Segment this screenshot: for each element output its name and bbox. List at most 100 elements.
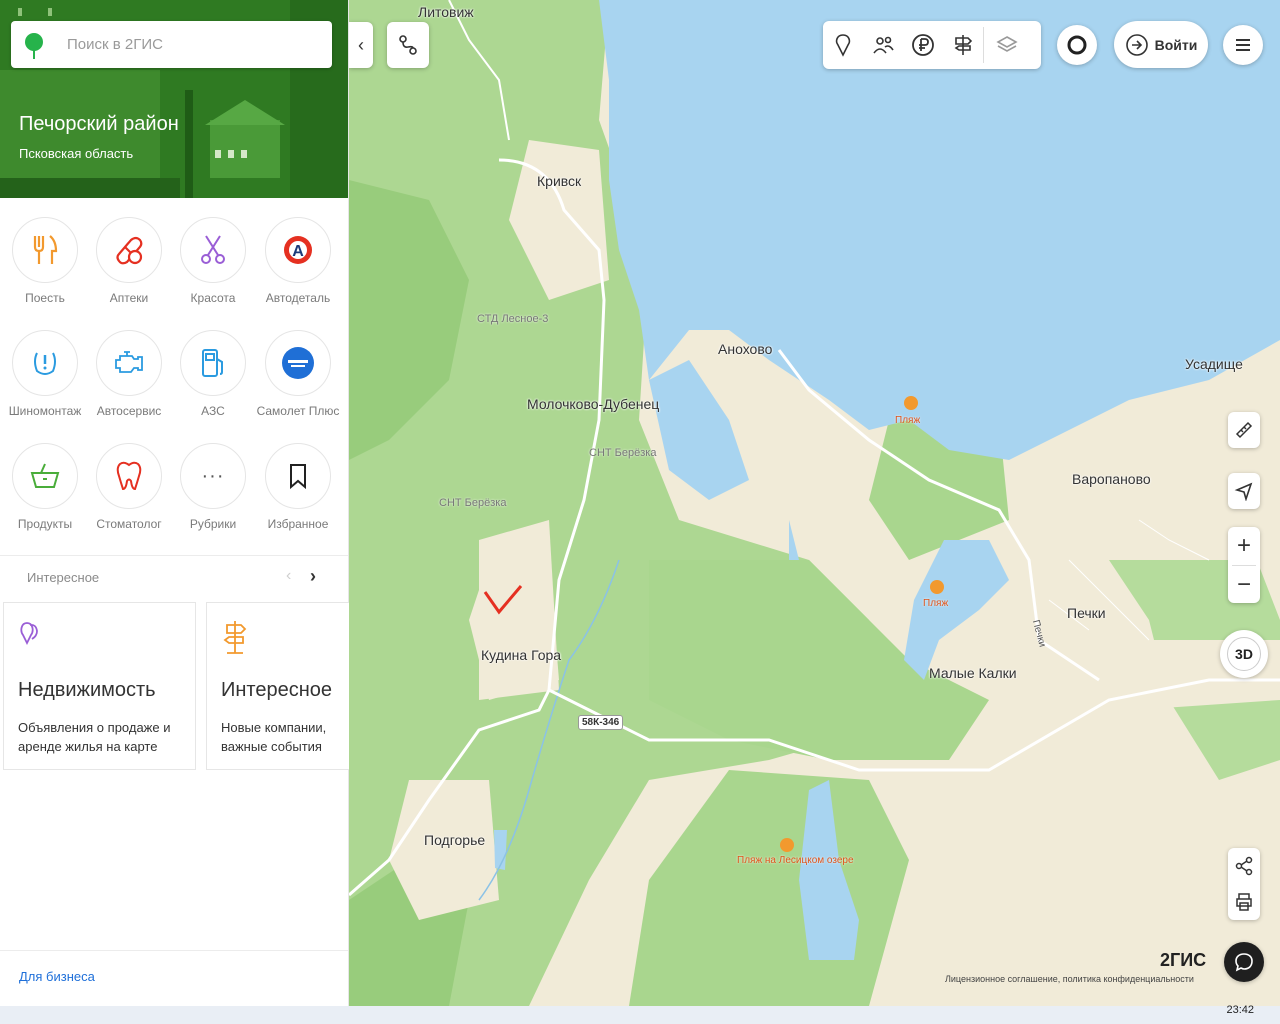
user-avatar-button[interactable]	[1057, 25, 1097, 65]
category-label: Автосервис	[96, 404, 162, 418]
collapse-sidebar-button[interactable]: ‹	[349, 22, 373, 68]
autodetal-logo-icon: A	[284, 236, 312, 264]
carousel-prev-button[interactable]: ‹	[286, 567, 291, 585]
avatar-icon	[1067, 35, 1087, 55]
map-label-litovizh[interactable]: Литовиж	[418, 4, 474, 20]
layer-realty-button[interactable]	[903, 33, 943, 57]
login-button[interactable]: Войти	[1114, 21, 1208, 68]
hamburger-icon	[1236, 39, 1250, 51]
route-icon	[399, 35, 417, 55]
bookmark-icon	[290, 464, 306, 490]
divider	[0, 555, 348, 556]
route-button[interactable]	[387, 22, 429, 68]
map-label-varopanovo[interactable]: Варопаново	[1072, 471, 1151, 487]
layer-people-button[interactable]	[863, 33, 903, 57]
poi-beach-3[interactable]: Пляж на Лесицком озере	[737, 855, 854, 866]
legal-link[interactable]: Лицензионное соглашение, политика конфид…	[945, 974, 1194, 984]
category-rubrics[interactable]: ··· Рубрики	[171, 443, 255, 531]
print-button[interactable]	[1234, 884, 1254, 920]
category-autodetal[interactable]: A Автодеталь	[256, 217, 340, 305]
share-print-control	[1228, 848, 1260, 920]
map-label-krivsk[interactable]: Кривск	[537, 173, 581, 189]
layer-signposts-button[interactable]	[943, 33, 983, 57]
engine-icon	[115, 351, 143, 373]
login-label: Войти	[1154, 36, 1198, 53]
category-fuel[interactable]: АЗС	[171, 330, 255, 418]
search-input[interactable]: Поиск в 2ГИС	[67, 36, 163, 53]
login-icon	[1125, 33, 1148, 56]
3d-button[interactable]: 3D	[1220, 630, 1268, 678]
poi-beach-1[interactable]: Пляж	[895, 415, 920, 426]
card-interesting[interactable]: Интересное Новые компании, важные событи…	[206, 602, 349, 770]
map-label-pechki[interactable]: Печки	[1067, 605, 1106, 621]
ruble-icon	[912, 34, 934, 56]
card-title: Недвижимость	[18, 679, 156, 701]
layers-icon	[996, 36, 1018, 52]
category-pharmacy[interactable]: Аптеки	[87, 217, 171, 305]
poi-beach-2[interactable]: Пляж	[923, 598, 948, 609]
share-icon	[1235, 856, 1253, 876]
category-label: Аптеки	[109, 291, 149, 305]
beach-icon[interactable]	[930, 580, 944, 594]
map-label-usadishche[interactable]: Усадище	[1185, 356, 1243, 372]
layers-button[interactable]	[984, 33, 1030, 57]
region-title: Печорский район	[19, 113, 179, 135]
region-hero: Поиск в 2ГИС Печорский район Псковская о…	[0, 0, 348, 198]
brand-logo: 2ГИС	[1160, 950, 1207, 970]
category-autoservice[interactable]: Автосервис	[87, 330, 171, 418]
for-business-link[interactable]: Для бизнеса	[19, 969, 95, 984]
svg-text:A: A	[292, 243, 304, 260]
map-label-snt-1[interactable]: СНТ Берёзка	[589, 447, 656, 459]
3d-label: 3D	[1227, 637, 1261, 671]
map-label-std[interactable]: СТД Лесное-3	[477, 313, 548, 325]
samolet-logo-icon	[282, 347, 314, 379]
category-tires[interactable]: Шиномонтаж	[3, 330, 87, 418]
beach-icon[interactable]	[780, 838, 794, 852]
zoom-in-button[interactable]: +	[1237, 527, 1251, 565]
share-button[interactable]	[1234, 848, 1254, 884]
category-beauty[interactable]: Красота	[171, 217, 255, 305]
chevron-left-icon: ‹	[358, 34, 364, 55]
category-label: Стоматолог	[96, 517, 162, 531]
interesting-heading: Интересное	[27, 570, 100, 585]
category-samolet[interactable]: Самолет Плюс	[256, 330, 340, 418]
map-label-anokhovo[interactable]: Анохово	[718, 341, 772, 357]
map-label-kudina-gora[interactable]: Кудина Гора	[481, 647, 561, 663]
card-description: Новые компании, важные события	[221, 720, 327, 754]
map-pin-outline-icon	[835, 34, 851, 57]
2gis-pin-icon	[25, 33, 43, 59]
chat-bubble-icon	[1235, 953, 1253, 972]
category-eat[interactable]: Поесть	[3, 217, 87, 305]
menu-button[interactable]	[1223, 25, 1263, 65]
locate-me-button[interactable]	[1228, 473, 1260, 509]
zoom-out-button[interactable]: −	[1237, 566, 1251, 603]
category-label: Шиномонтаж	[8, 404, 82, 418]
carousel-next-button[interactable]: ›	[310, 566, 316, 587]
map-layers-toolbar	[823, 21, 1041, 69]
map-pin-outline-icon	[20, 622, 38, 646]
map-label-podgorye[interactable]: Подгорье	[424, 832, 485, 848]
category-groceries[interactable]: Продукты	[3, 443, 87, 531]
category-favorites[interactable]: Избранное	[256, 443, 340, 531]
tooth-icon	[116, 461, 142, 491]
chat-button[interactable]	[1224, 942, 1264, 982]
map-label-malye-kalki[interactable]: Малые Калки	[929, 665, 1017, 681]
fork-knife-icon	[33, 235, 58, 264]
search-box[interactable]: Поиск в 2ГИС	[11, 21, 332, 68]
beach-icon[interactable]	[904, 396, 918, 410]
map-label-molochkovo[interactable]: Молочково-Дубенец	[527, 396, 659, 412]
ruler-button[interactable]	[1228, 412, 1260, 448]
people-icon	[873, 36, 894, 54]
signpost-icon	[954, 35, 973, 55]
category-label: Самолет Плюс	[256, 404, 340, 418]
system-clock: 23:42	[1226, 1004, 1254, 1016]
category-label: Автодеталь	[265, 291, 331, 305]
map-label-snt-2[interactable]: СНТ Берёзка	[439, 497, 506, 509]
category-label: Избранное	[267, 517, 329, 531]
map-canvas[interactable]: Литовиж Кривск СТД Лесное-3 Анохово Моло…	[349, 0, 1280, 1006]
layer-places-button[interactable]	[823, 33, 863, 57]
category-dentist[interactable]: Стоматолог	[87, 443, 171, 531]
pill-icon	[116, 236, 143, 265]
card-realty[interactable]: Недвижимость Объявления о продаже и арен…	[3, 602, 196, 770]
card-description: Объявления о продаже и аренде жилья на к…	[18, 720, 171, 754]
